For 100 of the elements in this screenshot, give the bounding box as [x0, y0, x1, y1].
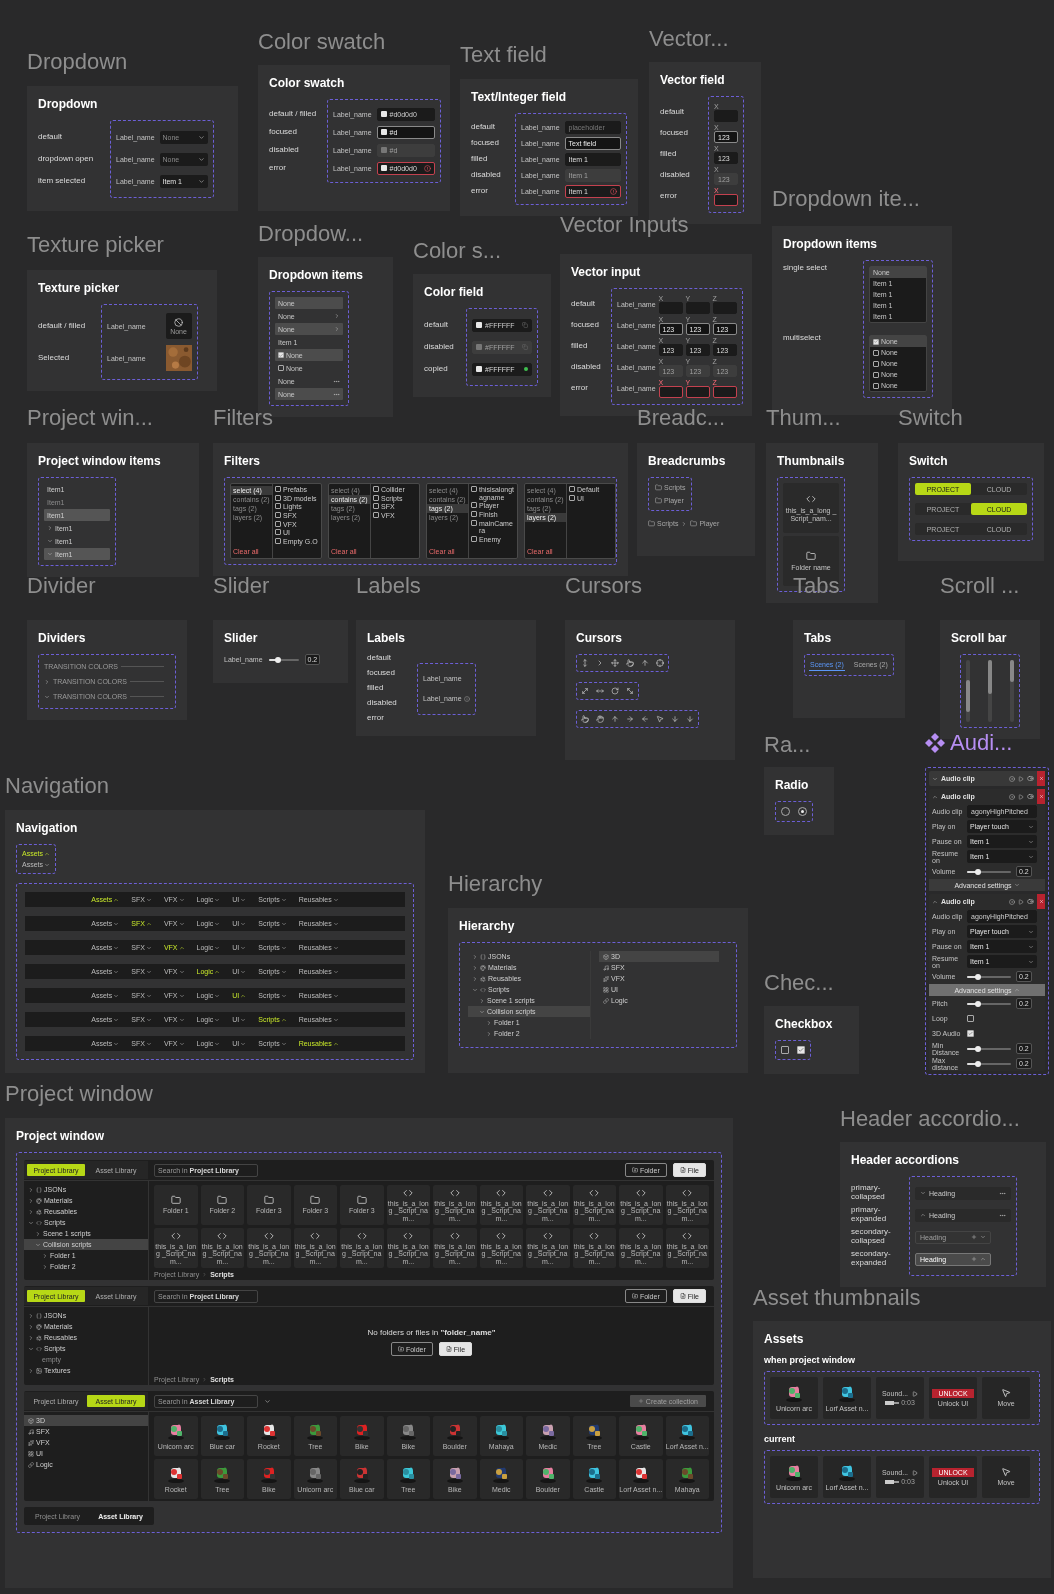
filter-dropdown-button[interactable] — [264, 1397, 271, 1405]
checkbox[interactable] — [471, 502, 477, 509]
scroll-bar[interactable] — [966, 660, 970, 722]
checkbox[interactable] — [471, 536, 477, 543]
image-icon — [36, 1367, 42, 1374]
number-field[interactable] — [685, 302, 710, 314]
chevron-down-icon — [178, 968, 185, 975]
cursor-icon — [656, 659, 664, 667]
chevron-down-icon — [332, 896, 339, 903]
number-field[interactable] — [712, 386, 737, 398]
check-icon — [279, 352, 283, 358]
play-icon — [1018, 898, 1024, 905]
chevron-right-icon — [479, 997, 485, 1004]
info-icon — [463, 695, 470, 702]
error-icon — [423, 164, 431, 172]
checkbox[interactable] — [569, 486, 575, 492]
state-label: primary-expanded — [851, 1204, 888, 1225]
state-label: default — [660, 106, 686, 119]
play-icon — [912, 1469, 919, 1476]
checkbox[interactable] — [471, 486, 477, 492]
section-title: Dropdown ite... — [772, 186, 920, 212]
check-icon — [968, 1031, 973, 1036]
checkbox[interactable] — [275, 503, 281, 510]
checkbox[interactable] — [873, 382, 879, 389]
slider-track[interactable] — [967, 1062, 1011, 1065]
palette-icon — [480, 964, 486, 971]
card-title: Scroll bar — [951, 631, 1008, 645]
checkbox[interactable] — [781, 1046, 789, 1054]
number-field[interactable] — [714, 194, 738, 206]
slider-thumb[interactable] — [975, 868, 981, 875]
code-icon — [682, 1231, 693, 1241]
cursor-icon — [686, 715, 694, 723]
state-label: secondary-expanded — [851, 1248, 892, 1269]
chevron-up-icon — [332, 1040, 339, 1047]
color-swatch — [476, 366, 482, 372]
slider-thumb[interactable] — [975, 1000, 981, 1007]
checkbox[interactable] — [373, 486, 379, 492]
slider-thumb[interactable] — [274, 656, 281, 663]
code-icon — [682, 1188, 693, 1198]
number-field[interactable] — [714, 110, 738, 122]
number-field[interactable] — [658, 302, 683, 314]
card-title: Header accordions — [851, 1153, 961, 1167]
checkbox[interactable] — [967, 1015, 974, 1022]
cursor-icon — [671, 715, 679, 723]
checkbox[interactable] — [797, 1046, 805, 1054]
checkbox[interactable] — [275, 520, 281, 527]
number-field[interactable] — [712, 302, 737, 314]
color-swatch — [380, 165, 387, 171]
checkbox[interactable] — [967, 1030, 974, 1037]
number-field[interactable] — [685, 386, 710, 398]
checkbox[interactable] — [873, 349, 879, 356]
checkbox[interactable] — [278, 352, 284, 358]
checkbox[interactable] — [373, 494, 379, 501]
checkbox[interactable] — [873, 338, 879, 345]
slider-track[interactable] — [268, 658, 299, 661]
folder-icon — [217, 1195, 228, 1206]
code-icon — [170, 1231, 181, 1241]
checkbox[interactable] — [373, 503, 379, 510]
section-title: Dropdow... — [258, 221, 364, 247]
checkbox[interactable] — [569, 494, 575, 501]
state-label: disabled — [660, 169, 691, 182]
slider-track[interactable] — [967, 1002, 1011, 1005]
card-title: Radio — [775, 778, 810, 792]
slider-track[interactable] — [967, 1047, 1011, 1050]
section-title: Hierarchy — [448, 871, 543, 897]
scroll-bar[interactable] — [988, 660, 992, 722]
chevron-down-icon — [197, 133, 205, 141]
state-label: filled — [660, 148, 678, 161]
card-title: Hierarchy — [459, 919, 516, 933]
checkbox[interactable] — [471, 511, 477, 518]
checkbox[interactable] — [471, 519, 477, 526]
chevron-down-icon — [332, 920, 339, 927]
checkbox[interactable] — [873, 360, 879, 367]
slider-thumb[interactable] — [975, 973, 981, 980]
checkbox[interactable] — [275, 538, 281, 545]
scroll-bar[interactable] — [1010, 660, 1014, 722]
code-icon — [217, 1231, 228, 1241]
play-icon — [1018, 775, 1024, 782]
slider-track[interactable] — [967, 870, 1011, 873]
checkbox[interactable] — [873, 371, 879, 378]
checkbox[interactable] — [275, 486, 281, 492]
checkbox[interactable] — [275, 512, 281, 519]
state-label: focused — [660, 127, 690, 140]
card-title: Tabs — [804, 631, 833, 645]
state-label: focused — [367, 669, 397, 678]
checkbox[interactable] — [275, 494, 281, 501]
checkbox[interactable] — [275, 529, 281, 536]
checkbox[interactable] — [373, 512, 379, 519]
chevron-down-icon — [214, 896, 221, 903]
cursor-icon — [611, 659, 619, 667]
slider-track[interactable] — [967, 975, 1011, 978]
slider-thumb[interactable] — [975, 1060, 981, 1067]
chevron-right-icon — [47, 525, 53, 531]
checkbox[interactable] — [278, 365, 284, 371]
slider-thumb[interactable] — [975, 1045, 981, 1052]
state-label: default — [367, 654, 393, 663]
check-icon — [874, 339, 878, 344]
file-plus-icon — [679, 1167, 686, 1173]
number-field[interactable] — [658, 386, 683, 398]
color-swatch — [476, 322, 482, 328]
